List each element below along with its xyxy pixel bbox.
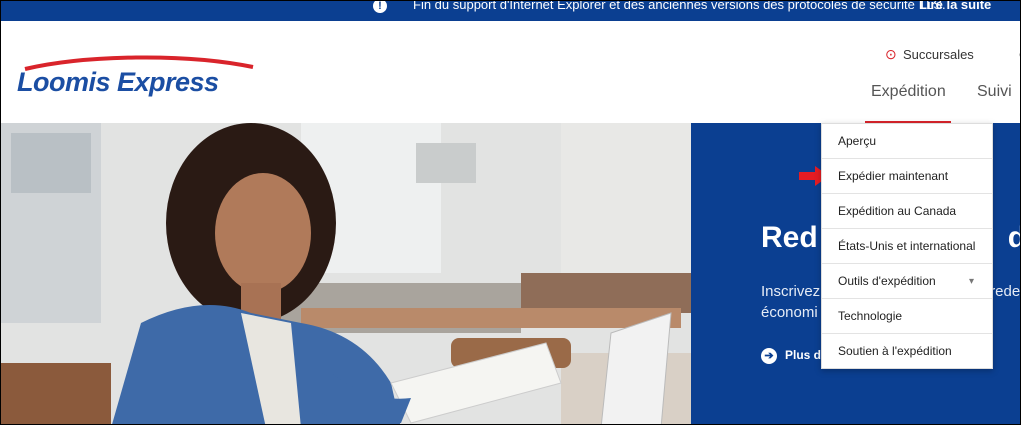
menu-item-label: Expédier maintenant: [838, 169, 949, 183]
nav-expedition[interactable]: Expédition: [871, 83, 946, 101]
menu-item-expedier-maintenant[interactable]: Expédier maintenant: [822, 159, 992, 194]
arrow-right-icon: ➔: [761, 348, 777, 364]
menu-item-label: Technologie: [838, 309, 903, 323]
expedition-dropdown-menu: Aperçu Expédier maintenant Expédition au…: [821, 123, 993, 369]
menu-item-soutien-expedition[interactable]: Soutien à l'expédition: [822, 334, 992, 369]
hero-title-end: des: [1008, 221, 1020, 254]
hero-desc-line1: Inscrivez: [761, 283, 821, 300]
hero-photo: [1, 123, 691, 424]
menu-item-label: États-Unis et international: [838, 239, 976, 253]
info-icon: !: [373, 1, 387, 13]
hero-desc-line1-tail: rede: [990, 283, 1021, 300]
menu-item-label: Outils d'expédition: [838, 274, 936, 288]
menu-item-label: Expédition au Canada: [838, 204, 957, 218]
hero-photo-illustration: [1, 123, 691, 424]
logo-wordmark: Loomis Express: [17, 67, 219, 97]
menu-item-label: Soutien à l'expédition: [838, 344, 952, 358]
site-header: Loomis Express ⊙ Succursales C Expéditio…: [1, 21, 1020, 123]
hero-link-label: Plus d: [785, 348, 822, 363]
map-pin-icon: ⊙: [885, 46, 897, 62]
announcement-banner: ! Fin du support d'Internet Explorer et …: [1, 1, 1020, 21]
menu-item-etats-unis-international[interactable]: États-Unis et international: [822, 229, 992, 264]
chevron-down-icon[interactable]: ▾: [969, 264, 974, 299]
banner-text: Fin du support d'Internet Explorer et de…: [413, 0, 946, 12]
branches-label: Succursales: [903, 47, 974, 62]
menu-item-expedition-canada[interactable]: Expédition au Canada: [822, 194, 992, 229]
menu-item-label: Aperçu: [838, 134, 877, 148]
hero-learn-more-link[interactable]: ➔ Plus d: [761, 348, 821, 364]
menu-item-outils-expedition[interactable]: Outils d'expédition ▾: [822, 264, 992, 299]
menu-item-apercu[interactable]: Aperçu: [822, 124, 992, 159]
browser-viewport: ! Fin du support d'Internet Explorer et …: [0, 0, 1021, 425]
branches-link[interactable]: ⊙ Succursales: [885, 46, 974, 62]
util-nav-more[interactable]: C: [1019, 47, 1020, 62]
nav-suivi[interactable]: Suivi: [977, 83, 1012, 101]
hero-title-start: Red: [761, 221, 818, 254]
menu-item-technologie[interactable]: Technologie: [822, 299, 992, 334]
banner-read-more-link[interactable]: Lire la suite: [919, 1, 991, 12]
hero-desc-line2: économi: [761, 304, 818, 321]
loomis-express-logo[interactable]: Loomis Express: [15, 55, 255, 99]
